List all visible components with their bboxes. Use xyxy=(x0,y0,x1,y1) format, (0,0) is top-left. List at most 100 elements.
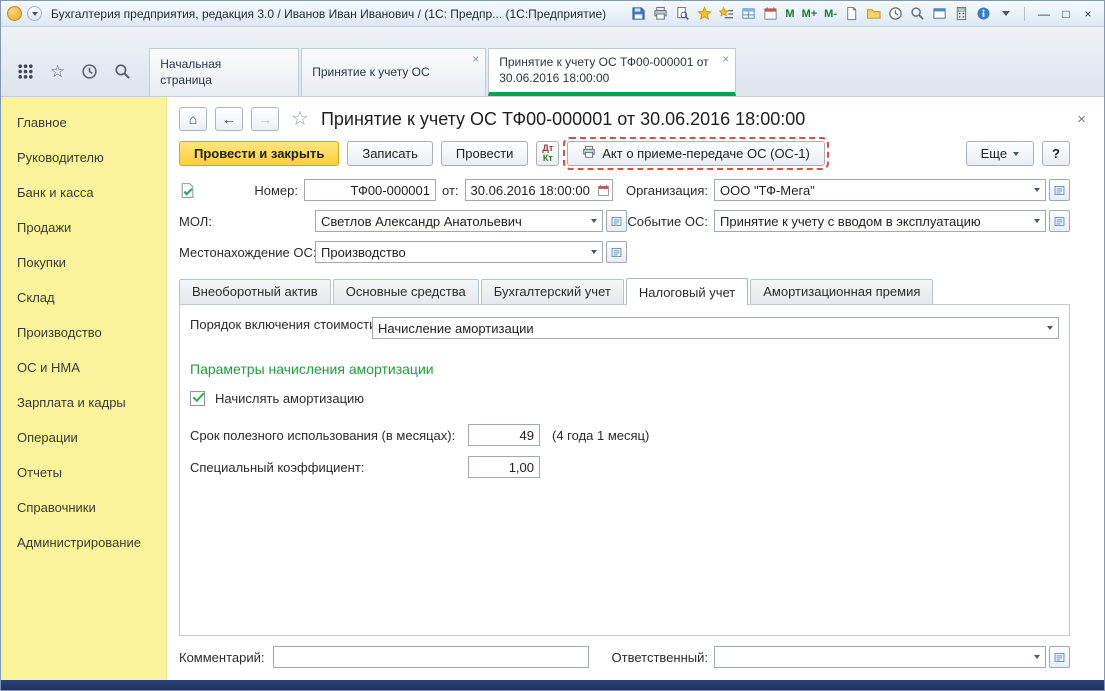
dropdown-icon[interactable] xyxy=(1028,180,1045,200)
titlebar: Бухгалтерия предприятия, редакция 3.0 / … xyxy=(1,1,1104,27)
sidebar-item-zarplata-i-kadry[interactable]: Зарплата и кадры xyxy=(1,385,166,420)
system-commands-button[interactable] xyxy=(27,6,42,21)
sidebar-item-spravochniki[interactable]: Справочники xyxy=(1,490,166,525)
history-clock-icon[interactable] xyxy=(886,5,905,23)
dropdown-icon[interactable] xyxy=(1041,318,1058,338)
print-act-button[interactable]: Акт о приеме-передаче ОС (ОС-1) xyxy=(563,137,829,170)
form-tab-strip: Внеоборотный актив Основные средства Бух… xyxy=(179,278,1070,305)
mol-input[interactable] xyxy=(316,211,585,231)
more-button[interactable]: Еще xyxy=(965,141,1035,166)
useful-life-input[interactable] xyxy=(468,424,540,446)
calendar-button[interactable] xyxy=(595,180,612,200)
os-event-input[interactable] xyxy=(715,211,1028,231)
add-favorite-icon[interactable] xyxy=(695,5,714,23)
search-icon[interactable] xyxy=(908,5,927,23)
cost-order-input[interactable] xyxy=(373,318,1041,338)
special-coefficient-input[interactable] xyxy=(468,456,540,478)
back-button[interactable]: ← xyxy=(215,107,243,131)
accrue-depreciation-checkbox[interactable] xyxy=(190,389,205,406)
info-icon[interactable] xyxy=(974,5,993,23)
document-close-icon[interactable]: × xyxy=(1073,111,1090,128)
save-icon[interactable] xyxy=(629,5,648,23)
dropdown-icon[interactable] xyxy=(1028,211,1045,231)
responsible-open-button[interactable] xyxy=(1049,646,1070,668)
menu-grid-icon[interactable] xyxy=(17,63,34,80)
tab-label: Принятие к учету ОС ТФ00-000001 от 30.06… xyxy=(499,54,709,85)
sidebar-item-pokupki[interactable]: Покупки xyxy=(1,245,166,280)
table-icon[interactable] xyxy=(739,5,758,23)
window-bottom-bar xyxy=(1,680,1104,690)
close-window-button[interactable]: × xyxy=(1078,5,1098,23)
location-combo xyxy=(315,241,603,263)
document-footer: Комментарий: Ответственный: xyxy=(167,636,1104,680)
calculator-icon[interactable] xyxy=(952,5,971,23)
tab-close-icon[interactable]: × xyxy=(722,52,729,68)
home-button[interactable]: ⌂ xyxy=(179,107,207,131)
os-event-open-button[interactable] xyxy=(1049,210,1070,232)
titlebar-toolbar: M M+ M- xyxy=(629,5,1015,23)
sidebar-item-proizvodstvo[interactable]: Производство xyxy=(1,315,166,350)
sidebar-item-os-i-nma[interactable]: ОС и НМА xyxy=(1,350,166,385)
search-icon[interactable] xyxy=(114,63,131,80)
new-document-icon[interactable] xyxy=(842,5,861,23)
favorites-list-icon[interactable] xyxy=(717,5,736,23)
sidebar-item-prodazhi[interactable]: Продажи xyxy=(1,210,166,245)
organization-input[interactable] xyxy=(715,180,1028,200)
tab-os-acceptance-document[interactable]: Принятие к учету ОС ТФ00-000001 от 30.06… xyxy=(488,48,737,96)
favorites-star-icon[interactable]: ☆ xyxy=(50,63,65,80)
tab-vneoborotny-aktiv[interactable]: Внеоборотный актив xyxy=(179,279,331,304)
favorite-star-icon[interactable]: ☆ xyxy=(291,109,309,129)
open-document-icon[interactable] xyxy=(864,5,883,23)
organization-open-button[interactable] xyxy=(1049,179,1070,201)
memory-m-plus-button[interactable]: M+ xyxy=(800,8,820,20)
mol-open-button[interactable] xyxy=(606,210,627,232)
tab-os-acceptance-list[interactable]: Принятие к учету ОС × xyxy=(301,48,487,96)
write-button[interactable]: Записать xyxy=(347,141,433,166)
comment-input[interactable] xyxy=(272,646,589,668)
tab-home-page[interactable]: Начальная страница xyxy=(149,48,300,96)
dtkt-button[interactable]: Дт Кт xyxy=(536,141,560,166)
responsible-group: Ответственный: xyxy=(612,646,1070,668)
calendar-icon[interactable] xyxy=(761,5,780,23)
history-icon[interactable] xyxy=(81,63,98,80)
sidebar-item-administrirovanie[interactable]: Администрирование xyxy=(1,525,166,560)
minimize-button[interactable]: — xyxy=(1034,5,1054,23)
memory-m-button[interactable]: M xyxy=(783,8,796,20)
tab-close-icon[interactable]: × xyxy=(472,52,479,68)
dropdown-icon[interactable] xyxy=(585,242,602,262)
tab-nalogovy-uchet[interactable]: Налоговый учет xyxy=(625,278,749,305)
tab-label: Принятие к учету ОС xyxy=(312,64,430,79)
sidebar-item-sklad[interactable]: Склад xyxy=(1,280,166,315)
window-icon[interactable] xyxy=(930,5,949,23)
print-preview-icon[interactable] xyxy=(673,5,692,23)
date-input[interactable] xyxy=(465,180,595,200)
kt-label: Кт xyxy=(542,152,553,163)
location-input[interactable] xyxy=(316,242,585,262)
sidebar-item-rukovoditelyu[interactable]: Руководителю xyxy=(1,140,166,175)
sidebar-item-glavnoe[interactable]: Главное xyxy=(1,105,166,140)
os-event-group: Событие ОС: xyxy=(627,210,1070,232)
dropdown-icon[interactable] xyxy=(1028,647,1045,667)
date-label: от: xyxy=(442,182,459,198)
maximize-button[interactable]: □ xyxy=(1056,5,1076,23)
tab-buhgalterskiy-uchet[interactable]: Бухгалтерский учет xyxy=(480,279,624,304)
sidebar-item-otchety[interactable]: Отчеты xyxy=(1,455,166,490)
sidebar-item-bank-i-kassa[interactable]: Банк и касса xyxy=(1,175,166,210)
sidebar-item-operacii[interactable]: Операции xyxy=(1,420,166,455)
os-event-label: Событие ОС: xyxy=(627,213,708,229)
tab-osnovnye-sredstva[interactable]: Основные средства xyxy=(332,279,479,304)
print-icon[interactable] xyxy=(651,5,670,23)
location-open-button[interactable] xyxy=(606,241,627,263)
post-button[interactable]: Провести xyxy=(440,141,529,166)
responsible-input[interactable] xyxy=(715,647,1028,667)
help-button[interactable]: ? xyxy=(1042,141,1070,166)
toolbar-overflow-icon[interactable] xyxy=(996,5,1015,23)
post-and-close-button[interactable]: Провести и закрыть xyxy=(179,141,340,166)
memory-m-minus-button[interactable]: M- xyxy=(822,8,839,20)
number-input[interactable] xyxy=(304,179,436,201)
useful-life-hint: (4 года 1 месяц) xyxy=(552,427,650,443)
forward-button[interactable]: → xyxy=(251,107,279,131)
dropdown-icon[interactable] xyxy=(585,211,602,231)
main-menu-button[interactable] xyxy=(7,6,22,21)
tab-amortizacionnaya-premiya[interactable]: Амортизационная премия xyxy=(750,279,934,304)
